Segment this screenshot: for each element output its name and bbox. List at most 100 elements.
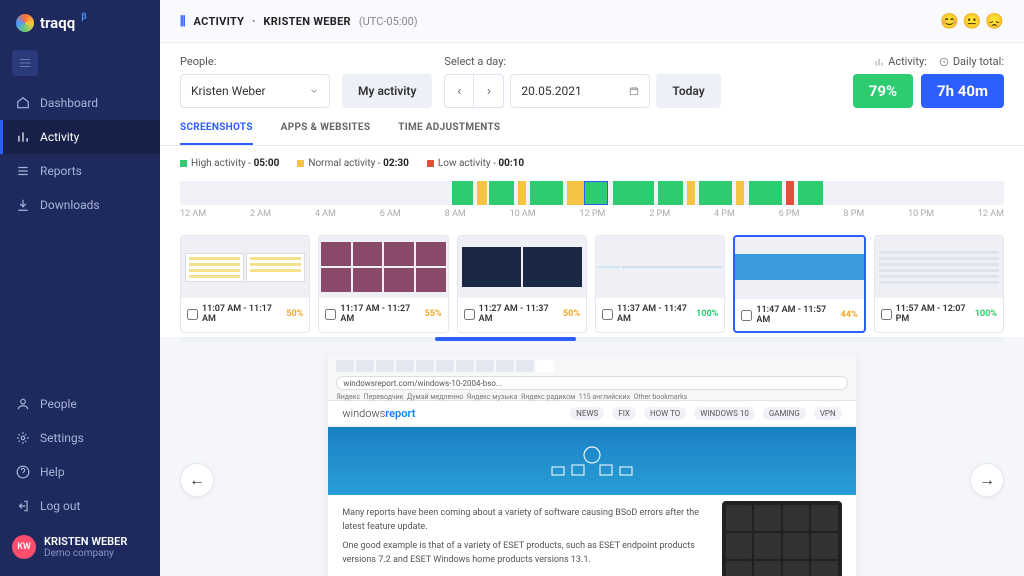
primary-nav: Dashboard Activity Reports Downloads xyxy=(0,86,160,387)
calendar-icon xyxy=(629,86,639,96)
person-icon xyxy=(16,397,30,411)
thumbnail xyxy=(458,236,586,298)
screenshot-cards: 11:07 AM - 11:17 AM 50% 11:17 AM - 11:27 A… xyxy=(160,227,1024,337)
nav-people[interactable]: People xyxy=(0,387,160,421)
user-company: Demo company xyxy=(44,548,127,560)
tab-screenshots[interactable]: SCREENSHOTS xyxy=(180,122,253,145)
dot-high-icon xyxy=(180,160,187,167)
bars-icon: ⫼ xyxy=(180,14,186,29)
screenshot-card[interactable]: 11:27 AM - 11:37 AM 50% xyxy=(457,235,587,333)
nav-help[interactable]: Help xyxy=(0,455,160,489)
menu-toggle-button[interactable] xyxy=(12,50,38,76)
nav-settings[interactable]: Settings xyxy=(0,421,160,455)
nav-dashboard[interactable]: Dashboard xyxy=(0,86,160,120)
nav-logout[interactable]: Log out xyxy=(0,489,160,523)
time-range: 11:47 AM - 11:57 AM xyxy=(756,305,836,325)
screenshot-card[interactable]: 11:17 AM - 11:27 AM 55% xyxy=(318,235,448,333)
time-range: 11:37 AM - 11:47 AM xyxy=(617,304,692,324)
activity-pct: 100% xyxy=(975,309,997,319)
tab-apps-websites[interactable]: APPS & WEBSITES xyxy=(281,122,371,145)
sidebar: traqq β Dashboard Activity Reports Downl… xyxy=(0,0,160,576)
tab-time-adjustments[interactable]: TIME ADJUSTMENTS xyxy=(398,122,500,145)
select-checkbox[interactable] xyxy=(602,309,613,320)
screenshot-card[interactable]: 11:57 AM - 12:07 PM 100% xyxy=(874,235,1004,333)
nav-downloads[interactable]: Downloads xyxy=(0,188,160,222)
time-range: 11:07 AM - 11:17 AM xyxy=(202,304,282,324)
time-range: 11:17 AM - 11:27 AM xyxy=(340,304,420,324)
select-checkbox[interactable] xyxy=(187,309,198,320)
logo-mark-icon xyxy=(16,14,34,32)
emoji-neutral-icon[interactable]: 😐 xyxy=(963,12,982,30)
gear-icon xyxy=(16,431,30,445)
main: ⫼ ACTIVITY · KRISTEN WEBER (UTC-05:00) 😊… xyxy=(160,0,1024,576)
article-image xyxy=(722,501,842,576)
activity-pct: 44% xyxy=(841,310,858,320)
list-icon xyxy=(16,164,30,178)
activity-legend: High activity - 05:00 Normal activity - … xyxy=(160,146,1024,181)
dot-normal-icon xyxy=(297,160,304,167)
next-day-button[interactable]: › xyxy=(474,74,504,108)
thumbnail xyxy=(875,236,1003,298)
day-label: Select a day: xyxy=(444,55,720,68)
emoji-happy-icon[interactable]: 😊 xyxy=(940,12,959,30)
people-label: People: xyxy=(180,55,330,68)
prev-day-button[interactable]: ‹ xyxy=(444,74,474,108)
date-pager: ‹ › xyxy=(444,74,504,108)
activity-pct: 55% xyxy=(425,309,442,319)
today-button[interactable]: Today xyxy=(656,74,720,108)
chevron-down-icon xyxy=(309,86,319,96)
brand-name: traqq xyxy=(40,14,75,32)
time-range: 11:27 AM - 11:37 AM xyxy=(479,304,559,324)
screenshot-card[interactable]: 11:47 AM - 11:57 AM 44% xyxy=(733,235,865,333)
nav-reports[interactable]: Reports xyxy=(0,154,160,188)
crumb-tz: (UTC-05:00) xyxy=(359,15,418,28)
people-select[interactable]: Kristen Weber xyxy=(180,74,330,108)
home-icon xyxy=(16,96,30,110)
user-block[interactable]: KW KRISTEN WEBER Demo company xyxy=(0,523,160,576)
select-checkbox[interactable] xyxy=(881,309,892,320)
select-checkbox[interactable] xyxy=(741,310,752,321)
nav-activity[interactable]: Activity xyxy=(0,120,160,154)
content-tabs: SCREENSHOTS APPS & WEBSITES TIME ADJUSTM… xyxy=(160,108,1024,146)
crumb-section: ACTIVITY xyxy=(194,15,245,28)
thumbnail xyxy=(596,236,724,298)
prev-screenshot-button[interactable]: ← xyxy=(180,463,214,497)
logo: traqq β xyxy=(0,0,160,46)
clock-icon xyxy=(939,57,949,67)
next-screenshot-button[interactable]: → xyxy=(970,463,1004,497)
feedback-emojis[interactable]: 😊😐😞 xyxy=(940,12,1004,30)
bars-icon xyxy=(16,130,30,144)
thumbnail xyxy=(319,236,447,298)
beta-badge: β xyxy=(81,12,86,22)
activity-pct: 100% xyxy=(696,309,718,319)
preview-url: windowsreport.com/windows-10-2004-bso... xyxy=(336,376,847,390)
dot-low-icon xyxy=(427,160,434,167)
logout-icon xyxy=(16,499,30,513)
daily-total: 7h 40m xyxy=(921,74,1004,108)
activity-pct: 50% xyxy=(286,309,303,319)
timeline[interactable]: 12 AM2 AM4 AM6 AM8 AM10 AM12 PM2 PM4 PM6… xyxy=(160,181,1024,227)
activity-pct: 50% xyxy=(563,309,580,319)
download-icon xyxy=(16,198,30,212)
my-activity-button[interactable]: My activity xyxy=(342,74,432,108)
thumbnail xyxy=(735,237,863,299)
time-range: 11:57 AM - 12:07 PM xyxy=(896,304,971,324)
emoji-sad-icon[interactable]: 😞 xyxy=(985,12,1004,30)
help-icon xyxy=(16,465,30,479)
bars-icon xyxy=(874,57,884,67)
breadcrumb: ⫼ ACTIVITY · KRISTEN WEBER (UTC-05:00) 😊… xyxy=(160,0,1024,43)
screenshot-card[interactable]: 11:37 AM - 11:47 AM 100% xyxy=(595,235,725,333)
avatar: KW xyxy=(12,535,36,559)
activity-pct: 79% xyxy=(853,74,913,108)
cards-scrollbar[interactable] xyxy=(180,337,1004,341)
preview-image[interactable]: windowsreport.com/windows-10-2004-bso...… xyxy=(328,355,855,576)
screenshot-card[interactable]: 11:07 AM - 11:17 AM 50% xyxy=(180,235,310,333)
thumbnail xyxy=(181,236,309,298)
hamburger-icon xyxy=(18,56,32,70)
select-checkbox[interactable] xyxy=(325,309,336,320)
user-name: KRISTEN WEBER xyxy=(44,535,127,548)
screenshot-preview: ← → windowsreport.com/windows-10-2004-bs… xyxy=(160,349,1024,576)
select-checkbox[interactable] xyxy=(464,309,475,320)
date-input[interactable]: 20.05.2021 xyxy=(510,74,650,108)
secondary-nav: People Settings Help Log out KW KRISTEN … xyxy=(0,387,160,576)
